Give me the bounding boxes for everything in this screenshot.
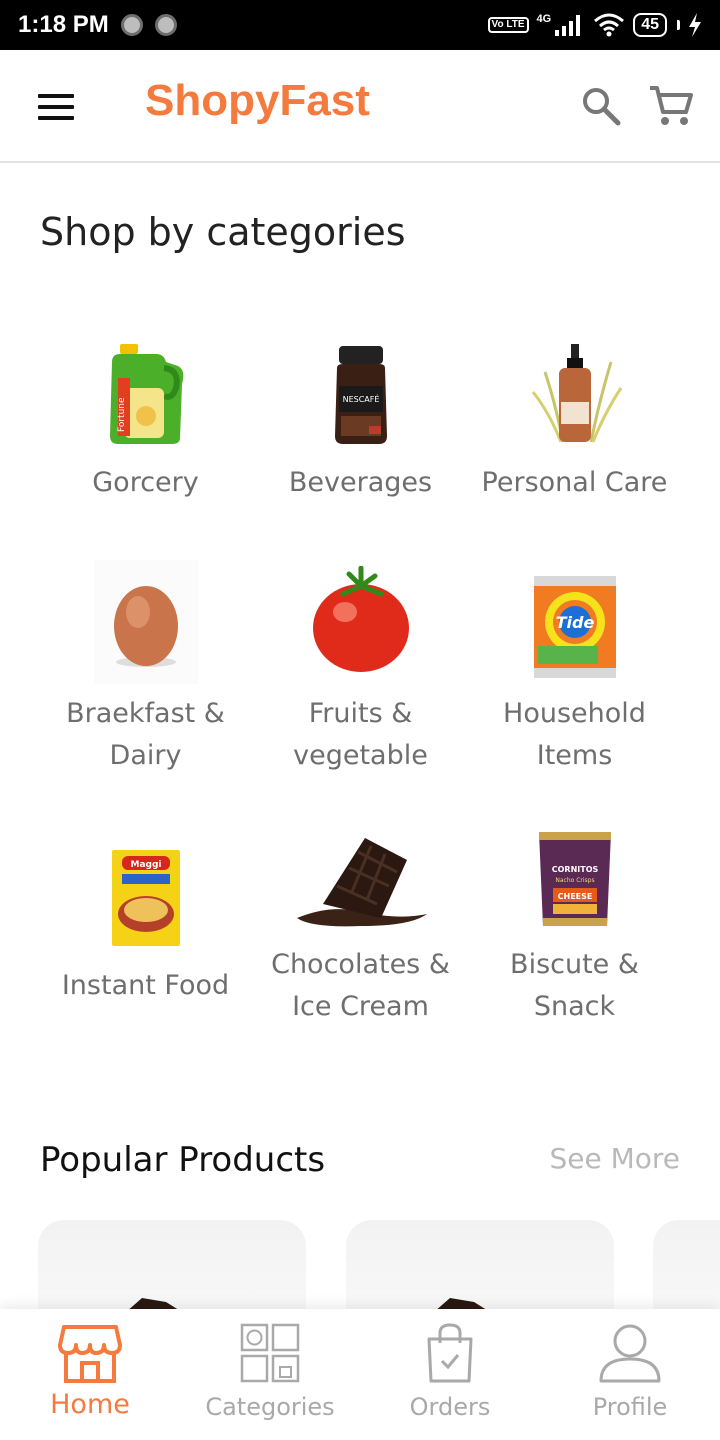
- nav-orders[interactable]: Orders: [360, 1309, 540, 1440]
- search-icon[interactable]: [581, 86, 621, 126]
- bottom-navigation: Home Categories Orders Profile: [0, 1309, 720, 1440]
- category-label: Chocolates &: [271, 949, 450, 980]
- category-grocery[interactable]: Fortune Gorcery: [38, 330, 253, 520]
- beverages-coffee-jar-image: NESCAFÉ: [334, 346, 387, 444]
- nav-home[interactable]: Home: [0, 1309, 180, 1440]
- category-label: Dairy: [109, 740, 182, 771]
- category-fruits-vegetable[interactable]: Fruits & vegetable: [253, 560, 468, 790]
- category-label: Fruits &: [308, 698, 413, 729]
- shopping-bag-icon: [427, 1323, 473, 1383]
- tide-brand-text: Tide: [555, 613, 594, 632]
- category-label: Instant Food: [61, 970, 230, 1001]
- notification-dot-icon: [154, 14, 177, 36]
- wifi-icon: [594, 13, 625, 37]
- cheese-flavor-text: CHEESE: [557, 892, 592, 901]
- category-label: Snack: [533, 991, 616, 1022]
- category-label: vegetable: [293, 740, 428, 771]
- app-bar: ShopyFast: [0, 50, 720, 163]
- cornitos-brand-text: CORNITOS: [551, 865, 598, 874]
- nav-categories-label: Categories: [205, 1393, 335, 1421]
- category-chocolates-ice-cream[interactable]: Chocolates & Ice Cream: [253, 830, 468, 1060]
- category-personal-care[interactable]: Personal Care: [467, 330, 682, 520]
- categories-icon: [240, 1323, 300, 1383]
- category-breakfast-dairy[interactable]: Braekfast & Dairy: [38, 560, 253, 790]
- maggi-brand-text: Maggi: [130, 860, 161, 870]
- nav-profile[interactable]: Profile: [540, 1309, 720, 1440]
- status-time: 1:18 PM: [18, 11, 109, 38]
- category-label: Biscute &: [510, 949, 639, 980]
- menu-icon[interactable]: [38, 94, 74, 120]
- category-label: Gorcery: [92, 467, 199, 498]
- category-label: Ice Cream: [292, 991, 429, 1022]
- battery-level: 45: [641, 16, 659, 33]
- breakfast-egg-image: [93, 560, 198, 684]
- nav-orders-label: Orders: [409, 1393, 491, 1421]
- popular-products-title: Popular Products: [40, 1140, 326, 1180]
- category-label: Household: [503, 698, 646, 729]
- store-icon: [58, 1325, 122, 1383]
- instant-food-noodles-pack-image: Maggi: [111, 850, 180, 946]
- cart-icon[interactable]: [648, 84, 694, 128]
- category-beverages[interactable]: NESCAFÉ Beverages: [253, 330, 468, 520]
- chocolate-bar-image: [296, 838, 427, 927]
- battery-indicator: 45: [633, 13, 667, 37]
- household-detergent-pack-image: Tide: [533, 576, 616, 678]
- snack-chips-pack-image: CORNITOS Nacho Crisps CHEESE: [538, 832, 611, 926]
- network-type: 4G: [536, 13, 552, 25]
- battery-tip: [677, 20, 680, 30]
- category-household-items[interactable]: Tide Household Items: [467, 560, 682, 790]
- fortune-brand-text: Fortune: [117, 397, 127, 432]
- category-label: Braekfast &: [66, 698, 225, 729]
- categories-title: Shop by categories: [40, 210, 406, 254]
- category-label: Personal Care: [481, 467, 668, 498]
- status-bar: 1:18 PM Vo LTE 4G 45: [0, 0, 720, 50]
- status-indicators: Vo LTE 4G 45: [487, 13, 702, 37]
- volte-icon: Vo LTE: [487, 17, 529, 33]
- category-label: Beverages: [288, 467, 433, 498]
- cornitos-sub-text: Nacho Crisps: [555, 877, 594, 884]
- profile-icon: [599, 1324, 661, 1383]
- nav-home-label: Home: [50, 1389, 130, 1420]
- charging-icon: [689, 13, 701, 37]
- notification-dot-icon: [120, 14, 143, 36]
- category-instant-food[interactable]: Maggi Instant Food: [38, 830, 253, 1020]
- fruits-tomato-image: [312, 566, 409, 672]
- signal-icon: [555, 15, 581, 36]
- nescafe-brand-text: NESCAFÉ: [342, 393, 379, 404]
- grocery-oil-can-image: Fortune: [109, 344, 183, 444]
- nav-profile-label: Profile: [592, 1393, 668, 1421]
- brand-title: ShopyFast: [145, 76, 370, 125]
- nav-categories[interactable]: Categories: [180, 1309, 360, 1440]
- see-more-link[interactable]: See More: [549, 1142, 680, 1175]
- personal-care-bottle-image: [531, 344, 622, 443]
- category-label: Items: [536, 740, 613, 771]
- category-biscuit-snack[interactable]: CORNITOS Nacho Crisps CHEESE Biscute & S…: [467, 830, 682, 1060]
